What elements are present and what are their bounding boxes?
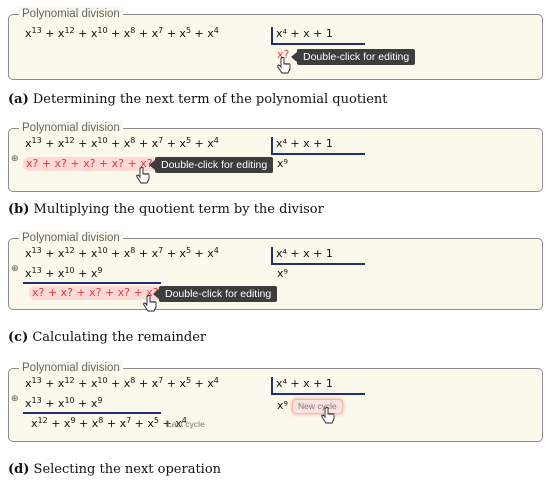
edit-tooltip: Double-click for editing <box>152 286 278 302</box>
panel-title: Polynomial division <box>19 121 123 135</box>
hand-cursor-icon <box>136 167 150 184</box>
dividend: x13 + x12 + x10 + x8 + x7 + x5 + x4 <box>25 246 219 261</box>
hand-cursor-icon <box>143 295 157 312</box>
hand-cursor-icon <box>321 407 335 424</box>
expand-icon[interactable]: ⊕ <box>11 393 19 404</box>
caption-c: (c) Calculating the remainder <box>8 330 207 345</box>
quotient: x⁹ <box>277 267 288 280</box>
product: x13 + x10 + x9 <box>25 396 103 411</box>
caption-a: (a) Determining the next term of the pol… <box>8 92 388 107</box>
product: x13 + x10 + x9 <box>25 266 103 281</box>
panel-a: Polynomial division x13 + x12 + x10 + x8… <box>8 7 543 80</box>
quotient: x⁹ <box>277 399 288 412</box>
hand-cursor-icon <box>277 57 291 74</box>
remainder: x12 + x9 + x8 + x7 + x5 + x4 <box>31 416 187 431</box>
new-cycle-button[interactable]: New cycle <box>292 399 343 414</box>
dividend: x13 + x12 + x10 + x8 + x7 + x5 + x4 <box>25 136 219 151</box>
panel-title: Polynomial division <box>19 231 123 245</box>
quotient: x⁹ <box>277 157 288 170</box>
dividend: x13 + x12 + x10 + x8 + x7 + x5 + x4 <box>25 26 219 41</box>
panel-title: Polynomial division <box>19 7 123 21</box>
caption-d: (d) Selecting the next operation <box>8 462 222 477</box>
panel-b: Polynomial division x13 + x12 + x10 + x8… <box>8 121 543 192</box>
caption-b: (b) Multiplying the quotient term by the… <box>8 202 324 217</box>
edit-tooltip: Double-click for editing <box>148 157 274 173</box>
expand-icon[interactable]: ⊕ <box>11 263 19 274</box>
divisor: x⁴ + x + 1 <box>276 27 333 40</box>
divisor: x⁴ + x + 1 <box>276 137 333 150</box>
panel-c: Polynomial division x13 + x12 + x10 + x8… <box>8 231 543 312</box>
edit-tooltip: Double-click for editing <box>290 49 416 65</box>
last-cycle-label: Last cycle <box>167 419 205 429</box>
divisor: x⁴ + x + 1 <box>276 377 333 390</box>
dividend: x13 + x12 + x10 + x8 + x7 + x5 + x4 <box>25 376 219 391</box>
divisor: x⁴ + x + 1 <box>276 247 333 260</box>
panel-title: Polynomial division <box>19 361 123 375</box>
expand-icon[interactable]: ⊕ <box>11 153 19 164</box>
panel-d: Polynomial division x13 + x12 + x10 + x8… <box>8 361 543 442</box>
